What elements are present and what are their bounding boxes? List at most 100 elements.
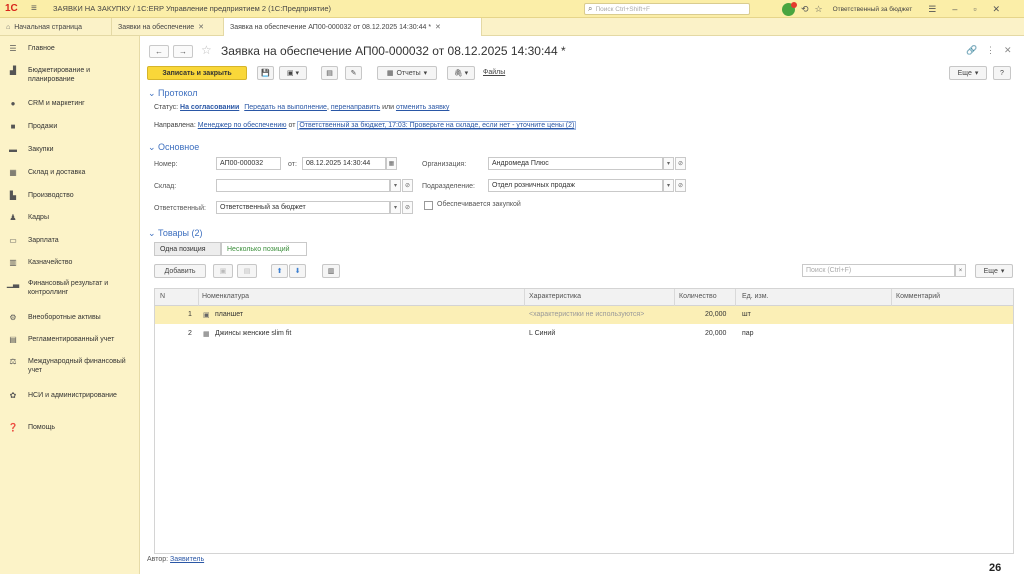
sidebar-item-admin[interactable]: ✿ НСИ и администрирование (0, 391, 140, 400)
column-header-n[interactable]: N (160, 293, 165, 300)
delete-row-icon[interactable]: ▤ (237, 264, 257, 278)
create-based-on-icon[interactable]: ▣ ▾ (279, 66, 307, 80)
sidebar-item-warehouse[interactable]: ▦ Склад и доставка (0, 168, 140, 177)
forward-button[interactable]: → (173, 45, 193, 58)
save-and-close-button[interactable]: Записать и закрыть (147, 66, 247, 80)
chevron-down-icon[interactable]: ▾ (390, 201, 401, 214)
back-button[interactable]: ← (149, 45, 169, 58)
number-field[interactable]: АП00-000032 (216, 157, 281, 170)
table-row[interactable]: 2 ▦ Джинсы женские slim fit L Синий 20,0… (155, 325, 1013, 343)
cancel-request-link[interactable]: отменить заявку (396, 104, 449, 111)
row-qty[interactable]: 20,000 (705, 330, 726, 337)
open-link-icon[interactable]: ⊘ (675, 157, 686, 170)
purchase-checkbox[interactable] (424, 201, 433, 210)
sidebar-item-help[interactable]: ❓ Помощь (0, 423, 140, 432)
sidebar-item-hr[interactable]: ♟ Кадры (0, 213, 140, 222)
status-value-link[interactable]: На согласовании (180, 104, 239, 111)
tab-home[interactable]: ⌂ Начальная страница (0, 18, 112, 36)
close-form-icon[interactable]: ✕ (1004, 45, 1012, 56)
approve-icon[interactable]: ✎ (345, 66, 362, 80)
link-icon[interactable]: 🔗 (966, 45, 977, 56)
row-unit[interactable]: пар (742, 330, 754, 337)
row-characteristic[interactable]: <характеристики не используются> (529, 311, 644, 318)
more-button[interactable]: Еще ▾ (949, 66, 987, 80)
row-name[interactable]: планшет (215, 311, 243, 318)
division-field[interactable]: Отдел розничных продаж (488, 179, 663, 192)
row-qty[interactable]: 20,000 (705, 311, 726, 318)
reports-button[interactable]: ▦ Отчеты ▾ (377, 66, 437, 80)
column-header-qty[interactable]: Количество (679, 293, 717, 300)
close-tab-icon[interactable]: ✕ (198, 23, 204, 31)
barcode-icon[interactable]: ▥ (322, 264, 340, 278)
chevron-down-icon[interactable]: ▾ (390, 179, 401, 192)
favorite-star-icon[interactable]: ☆ (201, 43, 212, 57)
global-search-input[interactable]: ⌕ Поиск Ctrl+Shift+F (584, 3, 750, 15)
sidebar-item-production[interactable]: ▙ Производство (0, 191, 140, 200)
sidebar-item-finance[interactable]: ▁▃ Финансовый результат и контроллинг (0, 279, 140, 297)
warehouse-field[interactable] (216, 179, 390, 192)
help-button[interactable]: ? (993, 66, 1011, 80)
notifications-icon[interactable] (782, 1, 797, 16)
restore-icon[interactable]: ▫ (973, 4, 976, 14)
mode-multi-tab[interactable]: Несколько позиций (221, 242, 307, 256)
sidebar-item-main[interactable]: ☰ Главное (0, 44, 140, 53)
clear-search-icon[interactable]: × (955, 264, 966, 277)
protocol-section-header[interactable]: ⌄ Протокол (148, 88, 197, 99)
tab-requests-list[interactable]: Заявки на обеспечение ✕ (112, 18, 224, 36)
author-link[interactable]: Заявитель (170, 556, 204, 563)
goods-search-input[interactable]: Поиск (Ctrl+F) (802, 264, 955, 277)
organization-field[interactable]: Андромеда Плюс (488, 157, 663, 170)
more-vertical-icon[interactable]: ⋮ (986, 45, 995, 56)
settings-icon[interactable]: ☰ (928, 4, 936, 15)
sidebar-item-crm[interactable]: ● CRM и маркетинг (0, 99, 140, 108)
directed-from-link[interactable]: Ответственный за бюджет, 17:03: Проверьт… (297, 121, 577, 130)
favorites-icon[interactable]: ☆ (815, 4, 823, 15)
transfer-link[interactable]: Передать на выполнение (244, 104, 327, 111)
column-header-comment[interactable]: Комментарий (896, 293, 940, 300)
move-down-icon[interactable]: ⬇ (289, 264, 306, 278)
calendar-icon[interactable]: ▦ (386, 157, 397, 170)
open-link-icon[interactable]: ⊘ (402, 179, 413, 192)
attach-icon[interactable]: 🖇 ▾ (447, 66, 475, 80)
chevron-down-icon[interactable]: ▾ (663, 179, 674, 192)
chevron-down-icon[interactable]: ▾ (663, 157, 674, 170)
row-characteristic[interactable]: L Синий (529, 330, 555, 337)
sidebar-item-budgeting[interactable]: ▟ Бюджетирование и планирование (0, 66, 140, 84)
sidebar-item-fixed-assets[interactable]: ⚙ Внеоборотные активы (0, 313, 140, 322)
tab-request-document[interactable]: Заявка на обеспечение АП00-000032 от 08.… (224, 18, 482, 36)
mode-single-tab[interactable]: Одна позиция (154, 242, 221, 256)
date-field[interactable]: 08.12.2025 14:30:44 (302, 157, 386, 170)
open-link-icon[interactable]: ⊘ (402, 201, 413, 214)
responsible-field[interactable]: Ответственный за бюджет (216, 201, 390, 214)
main-menu-icon[interactable]: ≡ (31, 3, 41, 14)
close-window-icon[interactable]: ✕ (993, 4, 1001, 15)
goods-more-button[interactable]: Еще ▾ (975, 264, 1013, 278)
minimize-icon[interactable]: – (952, 4, 957, 14)
sidebar-item-regulated[interactable]: ▤ Регламентированный учет (0, 335, 140, 344)
row-name[interactable]: Джинсы женские slim fit (215, 330, 291, 337)
row-unit[interactable]: шт (742, 311, 751, 318)
history-icon[interactable]: ⟲ (801, 4, 809, 15)
add-row-button[interactable]: Добавить (154, 264, 206, 278)
sidebar-item-salary[interactable]: ▭ Зарплата (0, 236, 140, 245)
save-icon[interactable]: 💾 (257, 66, 274, 80)
column-header-unit[interactable]: Ед. изм. (742, 293, 769, 300)
move-up-icon[interactable]: ⬆ (271, 264, 288, 278)
sidebar-item-purchases[interactable]: ▬ Закупки (0, 145, 140, 154)
current-user[interactable]: Ответственный за бюджет (833, 6, 913, 13)
files-link[interactable]: Файлы (483, 69, 505, 76)
close-tab-icon[interactable]: ✕ (435, 23, 441, 31)
goods-section-header[interactable]: ⌄ Товары (2) (148, 228, 203, 239)
directed-to-link[interactable]: Менеджер по обеспечению (198, 122, 287, 129)
open-link-icon[interactable]: ⊘ (675, 179, 686, 192)
column-header-characteristic[interactable]: Характеристика (529, 293, 581, 300)
table-row[interactable]: 1 ▣ планшет <характеристики не использую… (155, 306, 1013, 324)
column-header-name[interactable]: Номенклатура (202, 293, 249, 300)
main-section-header[interactable]: ⌄ Основное (148, 142, 199, 153)
sidebar-item-ifrs[interactable]: ⚖ Международный финансовый учет (0, 357, 140, 375)
sidebar-item-sales[interactable]: ■ Продажи (0, 122, 140, 131)
copy-row-icon[interactable]: ▣ (213, 264, 233, 278)
redirect-link[interactable]: перенаправить (331, 104, 380, 111)
sidebar-item-treasury[interactable]: ▥ Казначейство (0, 258, 140, 267)
print-icon[interactable]: ▤ (321, 66, 338, 80)
